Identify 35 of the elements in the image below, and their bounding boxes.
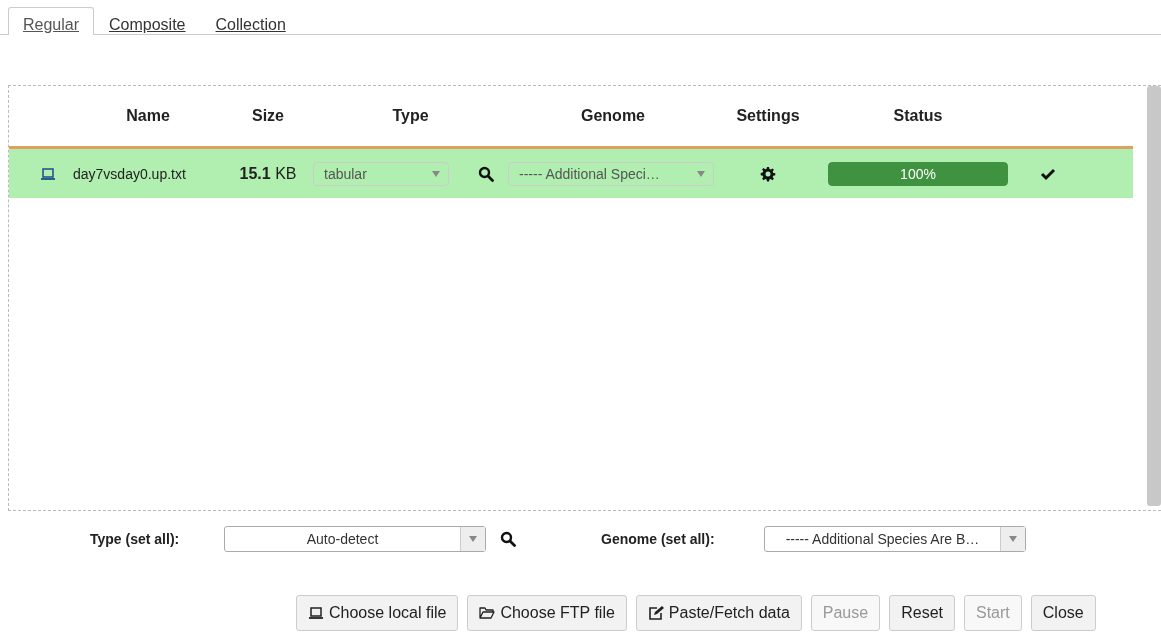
action-button[interactable]: Reset bbox=[889, 595, 955, 631]
laptop-icon bbox=[40, 165, 56, 182]
type-dropdown[interactable]: Auto-detect bbox=[224, 526, 486, 552]
caret-icon bbox=[1009, 536, 1017, 542]
type-label: Type (set all): bbox=[90, 531, 181, 547]
column-header: Settings bbox=[735, 107, 801, 125]
folder-icon bbox=[479, 605, 496, 621]
genome-dropdown[interactable]: ----- Additional Species Are B… bbox=[764, 526, 1026, 552]
column-header: Genome bbox=[580, 107, 646, 125]
column-header: Type bbox=[391, 107, 430, 125]
column-header: Status bbox=[892, 107, 944, 125]
tab[interactable]: Collection bbox=[200, 7, 301, 35]
scrollbar[interactable] bbox=[1147, 86, 1161, 506]
action-button[interactable]: Paste/Fetch data bbox=[635, 595, 802, 631]
caret-icon bbox=[697, 170, 705, 177]
laptop-icon bbox=[308, 605, 324, 621]
search-icon[interactable] bbox=[477, 165, 494, 182]
settings-icon[interactable] bbox=[760, 165, 776, 182]
column-header: Size bbox=[251, 107, 285, 125]
action-button[interactable]: Choose local file bbox=[296, 595, 459, 631]
edit-icon bbox=[647, 605, 664, 621]
caret-icon bbox=[432, 170, 440, 177]
column-header: Name bbox=[125, 107, 171, 125]
action-button[interactable]: Close bbox=[1030, 595, 1096, 631]
genome-label: Genome (set all): bbox=[601, 531, 716, 547]
search-icon[interactable] bbox=[500, 531, 516, 547]
progress-label: 100% bbox=[899, 165, 937, 182]
file-size: 15.1 KB bbox=[238, 164, 298, 183]
tab[interactable]: Composite bbox=[94, 7, 201, 35]
action-button[interactable]: Choose FTP file bbox=[467, 595, 627, 631]
tab[interactable]: Regular bbox=[8, 7, 95, 35]
caret-icon bbox=[469, 536, 477, 542]
file-name: day7vsday0.up.txt bbox=[73, 165, 187, 182]
genome-select[interactable]: ----- Additional Speci… bbox=[508, 161, 714, 186]
type-select[interactable]: tabular bbox=[313, 161, 449, 186]
